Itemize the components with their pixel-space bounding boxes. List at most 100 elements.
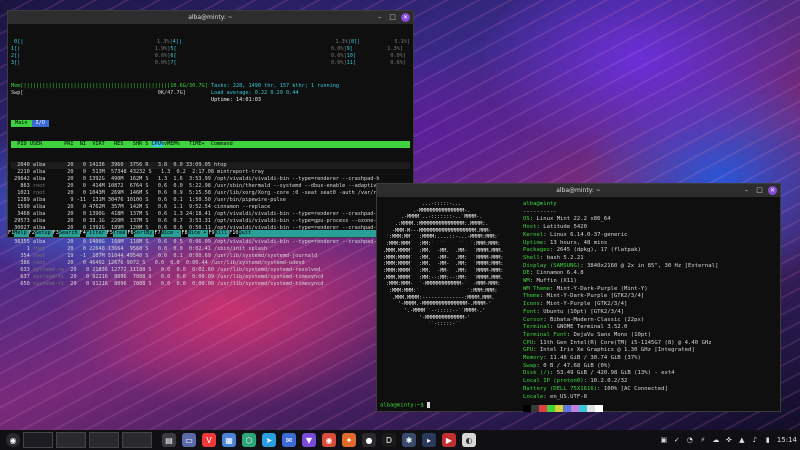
sort-column-cpu[interactable]: CPU% (151, 141, 165, 147)
process-table-header[interactable]: PID USER PRI NI VIRT RES SHR S CPU%▽MEM%… (11, 141, 410, 148)
table-row[interactable]: 29642 alba 20 0 1392G 490M 162M S 1.3 1.… (11, 176, 410, 183)
logo-line: .MMM.MMMM` :MM. -MM. .MM- `MMMM.MMM. (383, 247, 504, 254)
d-app-icon[interactable]: D (382, 433, 396, 447)
close-icon[interactable]: ✕ (768, 186, 777, 195)
tray-icon[interactable]: ⚡ (699, 436, 707, 444)
table-row[interactable]: 637 systemd-ti 20 0 92216 8096 7088 S 0.… (11, 274, 410, 281)
close-icon[interactable]: ✕ (401, 13, 410, 22)
fkey-search[interactable]: F3 Search (52, 230, 80, 237)
htop-window[interactable]: alba@minty: ~ – □ ✕ 0[| 1.3%] 4[| 1.3%] 8[| 5… (7, 10, 414, 287)
process-info: 9 -11 131M 30476 10100 S 0.6 0.1 1:50.50… (57, 197, 286, 203)
workspace-3[interactable] (89, 432, 119, 448)
chat-icon[interactable]: ✉ (282, 433, 296, 447)
folder-icon[interactable]: ▭ (182, 433, 196, 447)
info-key: GPU (523, 347, 534, 354)
neofetch-titlebar[interactable]: alba@minty: ~ – □ ✕ (377, 184, 780, 197)
tray-icon[interactable]: ◔ (686, 436, 694, 444)
image-viewer-icon[interactable]: ◐ (462, 433, 476, 447)
media-icon[interactable]: ▶ (442, 433, 456, 447)
info-value: : Mint-Y-Purple [GTK2/3/4] (539, 301, 628, 308)
system-tray[interactable]: ▣ ✓ ◔ ⚡ ☁ ✜ ▲ ♪ ▮ 15:14 (660, 436, 798, 444)
header-columns-rest[interactable]: ▽MEM% TIME+ Command (164, 141, 233, 147)
tray-icon[interactable]: ✜ (725, 436, 733, 444)
info-key: WM Theme (523, 285, 550, 292)
table-row[interactable]: 1 root 20 0 22640 13664 9568 S 0.0 0.0 0… (11, 246, 410, 253)
color-palette (523, 405, 718, 413)
menu-icon[interactable]: ◉ (6, 433, 20, 447)
table-row[interactable]: 1021 root 20 0 1043M 269M 146M S 0.6 0.9… (11, 190, 410, 197)
mem-meter: Mem[||||||||||||||||||||||||||||||||||||… (11, 83, 208, 89)
logo-line: .MMM.MMMM` :MM:--:MM:--:MM: `MMMM.MMM. (383, 274, 504, 281)
tray-icon[interactable]: ✓ (673, 436, 681, 444)
files-icon[interactable]: ▤ (162, 433, 176, 447)
hexchat-icon[interactable]: ⬡ (242, 433, 256, 447)
vivaldi-icon[interactable]: V (202, 433, 216, 447)
table-row[interactable]: 633 systemd-re 20 0 21836 12772 11188 S … (11, 267, 410, 274)
maximize-icon[interactable]: □ (388, 13, 397, 22)
minimize-icon[interactable]: – (742, 186, 751, 195)
tray-icon[interactable]: ▣ (660, 436, 668, 444)
neofetch-window[interactable]: alba@minty: ~ – □ ✕ ...-:::::-... .-MMMMMM… (376, 183, 781, 413)
info-key: Cursor (523, 316, 544, 323)
fkey-sortby[interactable]: F6 SortBy (127, 230, 155, 237)
htop-terminal[interactable]: 0[| 1.3%] 4[| 1.3%] 8[| 5.1%] 1[| 1.9%] 5[0.0… (8, 24, 413, 287)
tray-icon[interactable]: ♪ (751, 436, 759, 444)
taskbar[interactable]: ◉ ▤ ▭ V ▦ ⬡ ➤ ✉ ▼ ◉ ✦ ● D ✱ ▸ ▶ ◐ ▣ ✓ ◔ ⚡ ☁ ✜ ▲ ♪ ▮ 15:14 (0, 430, 800, 450)
function-key-bar[interactable]: F1 Help F2 Setup F3 Search F4 Filter F5 Tree F6 Sor… (8, 230, 413, 237)
process-table[interactable]: 2040 alba 20 0 14136 3960 3756 R 3.8 0.0… (11, 162, 410, 288)
neofetch-output[interactable]: ...-:::::-... .-MMMMMMMMMMMMMMM-. .-MMMM… (377, 197, 780, 416)
table-row[interactable]: 2210 alba 20 0 513M 57348 43232 S 1.3 0.… (11, 169, 410, 176)
user-cell: root (32, 183, 58, 189)
fkey-kill[interactable]: F9 Kill (208, 230, 230, 237)
cpu-meters: 0[| 1.3%] 4[| 1.3%] 8[| 5.1%] 1[| 1.9%] 5[0.0… (11, 39, 410, 69)
prompt-line[interactable]: alba@minty:~$ (380, 401, 431, 408)
minimize-icon[interactable]: – (375, 13, 384, 22)
settings-icon[interactable]: ✱ (402, 433, 416, 447)
terminal-icon[interactable]: ▸ (422, 433, 436, 447)
table-row[interactable]: 386 root 20 0 46492 12676 9072 S 0.0 0.0… (11, 260, 410, 267)
tab-main[interactable]: Main (11, 120, 32, 127)
table-row[interactable]: 650 systemd-ti 20 0 91216 8096 7088 S 0.… (11, 281, 410, 288)
tray-icon[interactable]: ☁ (712, 436, 720, 444)
info-line: GPU: Intel Iris Xe Graphics @ 1.30 GHz [… (523, 347, 718, 355)
table-row[interactable]: 3468 alba 20 0 1390G 418M 137M S 0.6 1.3… (11, 211, 410, 218)
fkey-help[interactable]: F1 Help (8, 230, 29, 237)
table-row[interactable]: 863 root 20 0 414M 10872 6764 S 0.6 0.0 … (11, 183, 410, 190)
fkey-nice[interactable]: F8 Nice + (181, 230, 209, 237)
info-key: Terminal Font (523, 331, 567, 338)
user-cell: alba (32, 211, 58, 217)
workspace-2[interactable] (56, 432, 86, 448)
fkey-label: Nice + (187, 230, 209, 237)
thunderbird-icon[interactable]: ✦ (342, 433, 356, 447)
obs-icon[interactable]: ● (362, 433, 376, 447)
tab-io[interactable]: I/O (31, 120, 49, 127)
info-value: : Mint-Y-Dark-Purple [GTK2/3/4] (539, 293, 645, 300)
table-row[interactable]: 354 root 19 -1 107M 51044 49540 S 0.0 0.… (11, 253, 410, 260)
fkey-quit[interactable]: F10 Quit (229, 230, 253, 237)
logo-line: .-MMMMMMMMMMMMMMM-. (383, 207, 471, 214)
workspace-1[interactable] (23, 432, 53, 448)
info-value: : Linux 6.14.0-37-generic (543, 231, 628, 238)
user-cell: alba (32, 218, 58, 224)
htop-titlebar[interactable]: alba@minty: ~ – □ ✕ (8, 11, 413, 24)
table-row[interactable]: 29573 alba 20 0 33.1G 220M 137M S 0.6 0.… (11, 218, 410, 225)
table-row[interactable]: 36355 alba 20 0 1400G 160M 118M S 0.6 0.… (11, 239, 410, 246)
workspace-4[interactable] (122, 432, 152, 448)
header-columns[interactable]: PID USER PRI NI VIRT RES SHR S (11, 141, 152, 147)
clock[interactable]: 15:14 (777, 436, 797, 444)
table-row[interactable]: 1289 alba 9 -11 131M 30476 10100 S 0.6 0… (11, 197, 410, 204)
table-row[interactable]: 2040 alba 20 0 14136 3960 3756 R 3.8 0.0… (11, 162, 410, 169)
fkey-filter[interactable]: F4 Filter (79, 230, 107, 237)
fkey-setup[interactable]: F2 Setup (28, 230, 53, 237)
record-icon[interactable]: ◉ (322, 433, 336, 447)
calendar-icon[interactable]: ▦ (222, 433, 236, 447)
fkey-tree[interactable]: F5 Tree (106, 230, 128, 237)
cursor (427, 401, 431, 408)
table-row[interactable]: 1590 alba 20 0 4762M 357M 142M S 0.6 1.1… (11, 204, 410, 211)
maximize-icon[interactable]: □ (755, 186, 764, 195)
telegram-icon[interactable]: ➤ (262, 433, 276, 447)
fkey-nice[interactable]: F7 Nice - (154, 230, 182, 237)
tray-icon[interactable]: ▲ (738, 436, 746, 444)
tray-icon[interactable]: ▮ (764, 436, 772, 444)
proton-vpn-icon[interactable]: ▼ (302, 433, 316, 447)
